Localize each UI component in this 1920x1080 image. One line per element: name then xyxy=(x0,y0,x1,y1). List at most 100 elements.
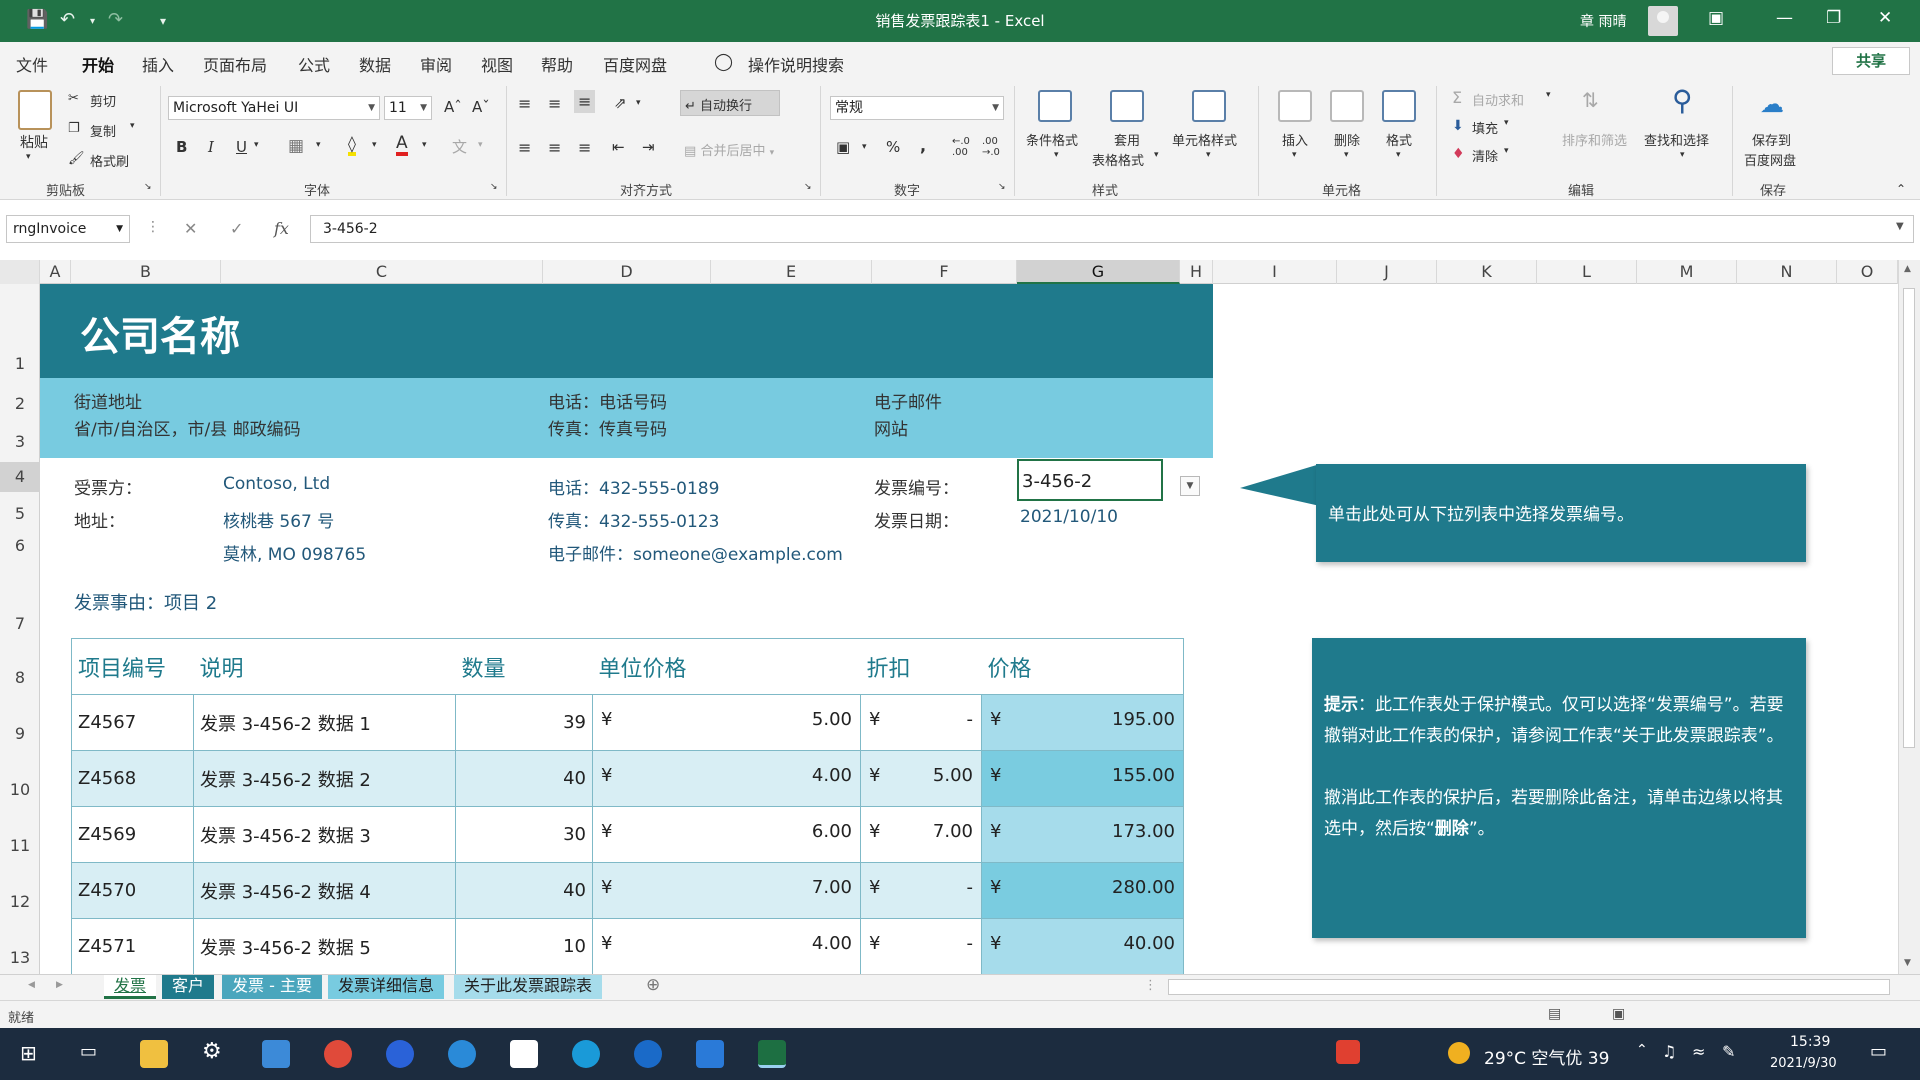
item-price[interactable]: ¥173.00 xyxy=(981,806,1184,863)
row-header-2[interactable]: 2 xyxy=(0,394,40,413)
company-banner[interactable]: 公司名称 xyxy=(40,284,1213,378)
conditional-format-dropdown-icon[interactable]: ▾ xyxy=(1054,150,1059,160)
format-cells-icon[interactable] xyxy=(1382,90,1416,122)
item-description[interactable]: 发票 3-456-2 数据 5 xyxy=(193,918,456,974)
fill-button[interactable]: 填充 xyxy=(1472,118,1498,137)
volume-icon[interactable]: ♫ xyxy=(1662,1042,1676,1061)
delete-cells-icon[interactable] xyxy=(1330,90,1364,122)
item-id[interactable]: Z4567 xyxy=(71,694,194,751)
column-header-l[interactable]: L xyxy=(1537,260,1637,284)
tray-app-icon[interactable] xyxy=(1336,1040,1360,1064)
header-description[interactable]: 说明 xyxy=(193,638,456,695)
find-select-icon[interactable]: ⚲ xyxy=(1672,84,1693,117)
task-view-icon[interactable]: ▭ xyxy=(80,1041,97,1062)
excel-taskbar-icon[interactable] xyxy=(758,1040,786,1068)
settings-icon[interactable]: ⚙ xyxy=(202,1039,222,1064)
vertical-scrollbar[interactable]: ▲ ▼ xyxy=(1898,260,1920,974)
page-layout-icon[interactable]: ▣ xyxy=(1612,1006,1625,1022)
client-email[interactable]: 电子邮件：someone@example.com xyxy=(548,540,843,565)
autosum-dropdown-icon[interactable]: ▾ xyxy=(1546,90,1551,100)
photos-icon[interactable] xyxy=(262,1040,290,1068)
scrollbar-thumb[interactable] xyxy=(1903,288,1915,748)
item-discount[interactable]: ¥5.00 xyxy=(860,750,982,807)
app-l-icon[interactable] xyxy=(386,1040,414,1068)
edge-icon[interactable] xyxy=(572,1040,600,1068)
invoice-number-cell[interactable]: 3-456-2 xyxy=(1017,459,1163,501)
tab-help[interactable]: 帮助 xyxy=(541,52,573,76)
item-quantity[interactable]: 40 xyxy=(455,862,593,919)
enter-icon[interactable]: ✓ xyxy=(230,219,243,238)
baidu-cloud-icon[interactable]: ☁ xyxy=(1760,90,1784,118)
tab-home[interactable]: 开始 xyxy=(82,52,115,85)
underline-icon[interactable]: U xyxy=(236,138,247,156)
orientation-dropdown-icon[interactable]: ▾ xyxy=(636,98,641,108)
delete-cells-button[interactable]: 删除 xyxy=(1334,130,1360,149)
decrease-font-icon[interactable]: Aˇ xyxy=(472,98,490,116)
autosum-button[interactable]: 自动求和 xyxy=(1472,90,1524,109)
insert-cells-icon[interactable] xyxy=(1278,90,1312,122)
format-cells-button[interactable]: 格式 xyxy=(1386,130,1412,149)
row-header-9[interactable]: 9 xyxy=(0,724,40,743)
format-as-table-dropdown-icon[interactable]: ▾ xyxy=(1154,150,1159,160)
merge-center-button[interactable]: ▤ 合并后居中 ▾ xyxy=(684,140,774,159)
fill-icon[interactable]: ⬇ xyxy=(1452,118,1464,134)
cut-button[interactable]: 剪切 xyxy=(90,91,116,110)
number-format-select[interactable]: 常规 ▼ xyxy=(830,96,1004,120)
item-discount[interactable]: ¥ - xyxy=(860,694,982,751)
phone-app-icon[interactable] xyxy=(696,1040,724,1068)
ribbon-display-icon[interactable]: ▣ xyxy=(1708,8,1724,28)
item-id[interactable]: Z4569 xyxy=(71,806,194,863)
store-icon[interactable] xyxy=(510,1040,538,1068)
number-launcher-icon[interactable]: ↘ xyxy=(998,182,1006,192)
avatar[interactable] xyxy=(1648,6,1678,36)
align-center-icon[interactable]: ≡ xyxy=(548,138,561,157)
tab-view[interactable]: 视图 xyxy=(481,52,513,76)
horizontal-scrollbar[interactable] xyxy=(1168,979,1890,995)
item-discount[interactable]: ¥7.00 xyxy=(860,806,982,863)
item-quantity[interactable]: 39 xyxy=(455,694,593,751)
item-id[interactable]: Z4568 xyxy=(71,750,194,807)
alignment-launcher-icon[interactable]: ↘ xyxy=(804,182,812,192)
paste-button[interactable]: 粘贴 xyxy=(20,132,48,152)
header-unit-price[interactable]: 单位价格 xyxy=(592,638,861,695)
cell-styles-button[interactable]: 单元格样式 xyxy=(1172,130,1237,149)
company-website[interactable]: 网站 xyxy=(874,415,908,440)
underline-dropdown-icon[interactable]: ▾ xyxy=(254,140,259,150)
clear-dropdown-icon[interactable]: ▾ xyxy=(1504,146,1509,156)
orientation-icon[interactable]: ⇗ xyxy=(614,94,627,112)
row-header-11[interactable]: 11 xyxy=(0,836,40,855)
invoice-date-value[interactable]: 2021/10/10 xyxy=(1020,507,1118,527)
format-dropdown-icon[interactable]: ▾ xyxy=(1396,150,1401,160)
italic-icon[interactable]: I xyxy=(208,138,214,156)
pen-icon[interactable]: ✎ xyxy=(1722,1042,1735,1061)
invoice-for[interactable]: 发票事由：项目 2 xyxy=(74,589,217,615)
expand-formula-icon[interactable]: ▼ xyxy=(1896,221,1904,232)
autosum-icon[interactable]: Σ xyxy=(1452,88,1462,107)
item-unit-price[interactable]: ¥4.00 xyxy=(592,918,861,974)
copy-button[interactable]: 复制 xyxy=(90,121,116,140)
tab-file[interactable]: 文件 xyxy=(16,52,48,76)
select-all-button[interactable] xyxy=(0,260,40,284)
row-header-4[interactable]: 4 xyxy=(0,462,40,492)
address-line-2[interactable]: 莫林, MO 098765 xyxy=(223,540,366,565)
row-header-13[interactable]: 13 xyxy=(0,948,40,967)
insert-dropdown-icon[interactable]: ▾ xyxy=(1292,150,1297,160)
phonetic-icon[interactable]: 文 xyxy=(452,136,467,157)
copy-dropdown-icon[interactable]: ▾ xyxy=(130,121,135,131)
header-price[interactable]: 价格 xyxy=(981,638,1184,695)
city-address[interactable]: 省/市/自治区，市/县 邮政编码 xyxy=(74,415,301,440)
client-fax[interactable]: 传真：432-555-0123 xyxy=(548,507,719,532)
font-color-dropdown-icon[interactable]: ▾ xyxy=(422,140,427,150)
formula-input[interactable]: 3-456-2 xyxy=(310,215,1914,243)
comma-style-icon[interactable]: , xyxy=(920,136,926,155)
format-painter-icon[interactable]: 🖌 xyxy=(68,151,85,166)
row-header-8[interactable]: 8 xyxy=(0,668,40,687)
company-phone[interactable]: 电话：电话号码 xyxy=(548,388,667,413)
scroll-tabs-left-icon[interactable]: ◀ xyxy=(28,980,35,990)
protection-note[interactable]: 提示：此工作表处于保护模式。仅可以选择“发票编号”。若要撤销对此工作表的保护，请… xyxy=(1312,638,1806,938)
user-name[interactable]: 章 雨晴 xyxy=(1580,11,1626,31)
share-button[interactable]: 共享 xyxy=(1832,47,1910,75)
increase-decimal-icon[interactable]: ←.0.00 xyxy=(952,136,970,158)
cut-icon[interactable]: ✂ xyxy=(68,91,79,106)
item-unit-price[interactable]: ¥7.00 xyxy=(592,862,861,919)
